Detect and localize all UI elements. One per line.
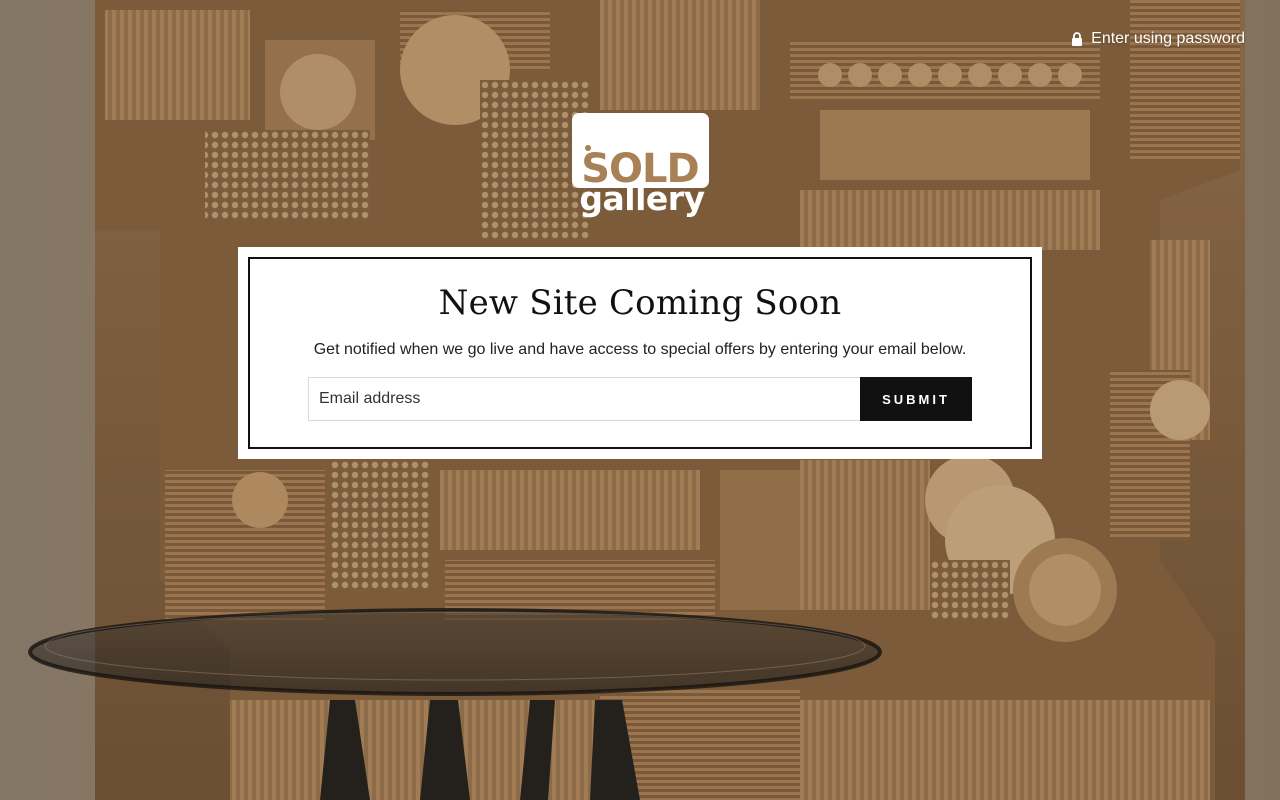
password-page: Enter using password SOLD gallery New Si… xyxy=(0,0,1280,800)
newsletter-card: New Site Coming Soon Get notified when w… xyxy=(238,247,1042,459)
enter-using-password-link[interactable]: Enter using password xyxy=(1071,30,1245,48)
sold-gallery-logo: SOLD gallery xyxy=(568,110,714,222)
email-input[interactable] xyxy=(308,377,860,421)
submit-button[interactable]: Submit xyxy=(860,377,972,421)
password-link-label: Enter using password xyxy=(1091,30,1245,47)
logo-word-bottom: gallery xyxy=(579,179,704,218)
newsletter-form: Submit xyxy=(308,377,972,421)
page-title: New Site Coming Soon xyxy=(438,283,842,323)
newsletter-description: Get notified when we go live and have ac… xyxy=(313,341,967,358)
lock-icon xyxy=(1071,32,1083,46)
newsletter-card-frame: New Site Coming Soon Get notified when w… xyxy=(248,257,1032,449)
